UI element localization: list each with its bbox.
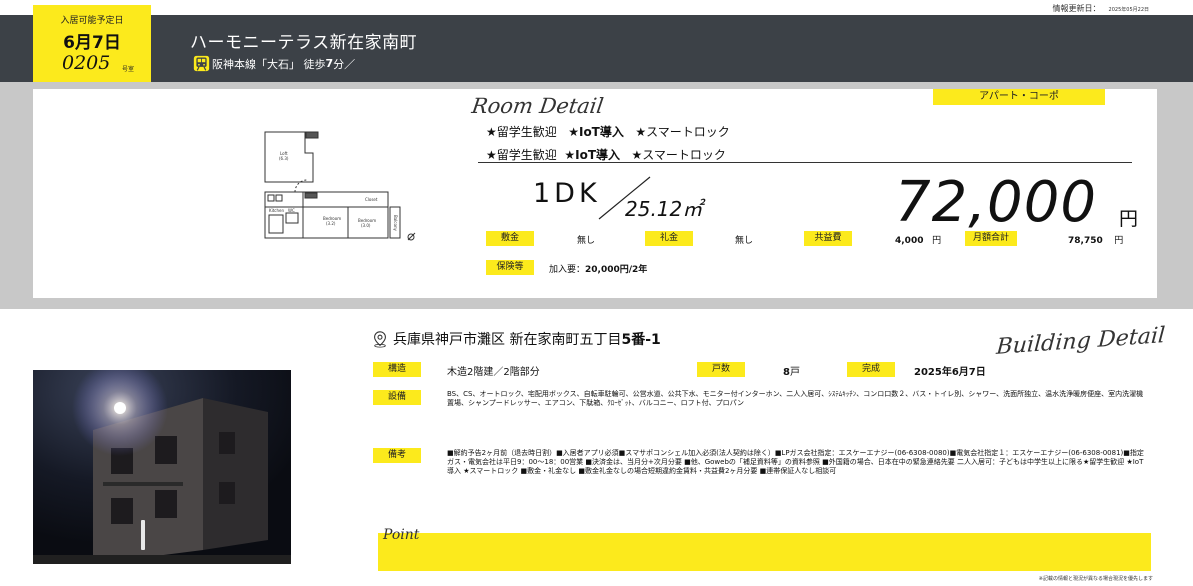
deposit-tag: 敷金 xyxy=(486,231,534,246)
structure-tag: 構造 xyxy=(373,362,421,377)
deposit-value: 無し xyxy=(577,236,596,246)
common-fee: 4,000 円 xyxy=(895,233,941,246)
station-name: 阪神本線「大石」 xyxy=(212,57,300,71)
monthly-total-unit: 円 xyxy=(1114,236,1124,246)
insurance-tag: 保険等 xyxy=(486,260,534,275)
train-icon xyxy=(193,55,210,72)
units-value: 8 xyxy=(783,367,790,378)
move-in-date: 6月7日 xyxy=(33,28,151,53)
move-in-day: 7 xyxy=(92,33,104,53)
update-date: 2025年05月22日 xyxy=(1108,7,1149,13)
units: 8戸 xyxy=(783,363,800,378)
feature-item: ★留学生歓迎 xyxy=(486,148,557,162)
layout-type: 1DK xyxy=(533,178,601,209)
units-unit: 戸 xyxy=(789,367,800,378)
location-pin-icon xyxy=(374,331,386,348)
room-number: 0205 xyxy=(62,52,111,74)
floorplan-kitchen-label: Kitchen xyxy=(269,208,284,213)
walk-label: 徒歩 xyxy=(303,57,326,71)
address-number: 5番-1 xyxy=(621,332,661,348)
completion-value: 2025年6月7日 xyxy=(914,367,986,378)
property-title: ハーモニーテラス新在家南町 xyxy=(190,33,418,53)
insurance-value: 20,000円/2年 xyxy=(585,265,648,275)
monthly-total-value: 78,750 xyxy=(1068,236,1103,246)
address: 兵庫県神戸市灘区 新在家南町五丁目 5番-1 xyxy=(371,329,661,349)
building-type-tag: アパート・コーポ xyxy=(933,89,1105,105)
key-money-value: 無し xyxy=(735,236,754,246)
insurance-prefix: 加入要： xyxy=(549,265,586,275)
monthly-total: 78,750 円 xyxy=(1068,233,1123,246)
remarks-text: ■解約予告2ヶ月前（退去時日割）■入居者アプリ必須■スマサポコンシェル加入必須(… xyxy=(447,449,1144,475)
feature-line-1: ★留学生歓迎 ★IoT導入 ★スマートロック xyxy=(486,123,730,140)
floorplan-bedroom1-size: (3.2) xyxy=(326,221,336,226)
feature-item: ★スマートロック xyxy=(631,148,726,162)
update-label: 情報更新日： xyxy=(1052,4,1101,13)
floorplan-loft-size: (6.3) xyxy=(279,156,289,161)
floor-area: 25.12㎡ xyxy=(625,197,703,221)
room-detail-heading: Room Detail xyxy=(470,94,606,118)
insurance-info: 加入要：20,000円/2年 xyxy=(549,262,647,275)
floorplan-balcony-label: Balcony xyxy=(393,215,398,231)
point-label: Point xyxy=(383,527,420,543)
room-suffix: 号室 xyxy=(122,66,135,73)
feature-line-2: ★留学生歓迎 ★IoT導入 ★スマートロック xyxy=(486,146,726,163)
common-fee-value: 4,000 xyxy=(895,236,924,246)
floor-plan-image: Loft (6.3) Kitchen WC Bedroom (3.2) Bedr… xyxy=(264,131,416,241)
disclaimer: ※記載の情報と現況が異なる場合現況を優先します xyxy=(1038,576,1153,582)
point-box xyxy=(378,533,1151,571)
update-info: 情報更新日： 2025年05月22日 xyxy=(1053,3,1149,14)
walk-unit: 分／ xyxy=(333,57,356,71)
move-in-label: 入居可能予定日 xyxy=(60,16,124,26)
station-access: 阪神本線「大石」 徒歩 7 分／ xyxy=(193,55,355,72)
walk-minutes: 7 xyxy=(325,57,334,70)
remarks-tag: 備考 xyxy=(373,448,421,463)
move-in-month: 6 xyxy=(63,33,75,53)
key-money-tag: 礼金 xyxy=(645,231,693,246)
feature-item: ★留学生歓迎 xyxy=(486,125,557,139)
completion-tag: 完成 xyxy=(847,362,895,377)
divider xyxy=(478,162,1132,163)
rent-amount: 72,000 xyxy=(895,170,1097,235)
address-text: 兵庫県神戸市灘区 新在家南町五丁目 xyxy=(393,332,622,348)
feature-item: ★IoT導入 xyxy=(564,148,621,162)
units-tag: 戸数 xyxy=(697,362,745,377)
feature-item: ★スマートロック xyxy=(635,125,730,139)
header-bar xyxy=(0,15,1193,82)
day-unit: 日 xyxy=(103,33,121,53)
building-detail-heading: Building Detail xyxy=(995,323,1166,360)
feature-item: ★IoT導入 xyxy=(568,125,624,139)
rent-unit: 円 xyxy=(1119,208,1139,230)
common-fee-unit: 円 xyxy=(932,236,942,246)
monthly-total-tag: 月額合計 xyxy=(965,231,1017,246)
common-fee-tag: 共益費 xyxy=(804,231,852,246)
facilities-text: BS、CS、オートロック、宅配用ボックス、自転車駐輪可、公営水道、公共下水、モニ… xyxy=(447,390,1144,407)
floorplan-bedroom2-size: (3.0) xyxy=(361,223,371,228)
structure-value: 木造2階建／2階部分 xyxy=(447,367,540,378)
building-photo xyxy=(33,370,291,564)
floorplan-wc-label: WC xyxy=(288,208,295,213)
month-unit: 月 xyxy=(75,33,92,53)
facilities-tag: 設備 xyxy=(373,390,421,405)
floorplan-closet-label: Closet xyxy=(365,197,378,202)
